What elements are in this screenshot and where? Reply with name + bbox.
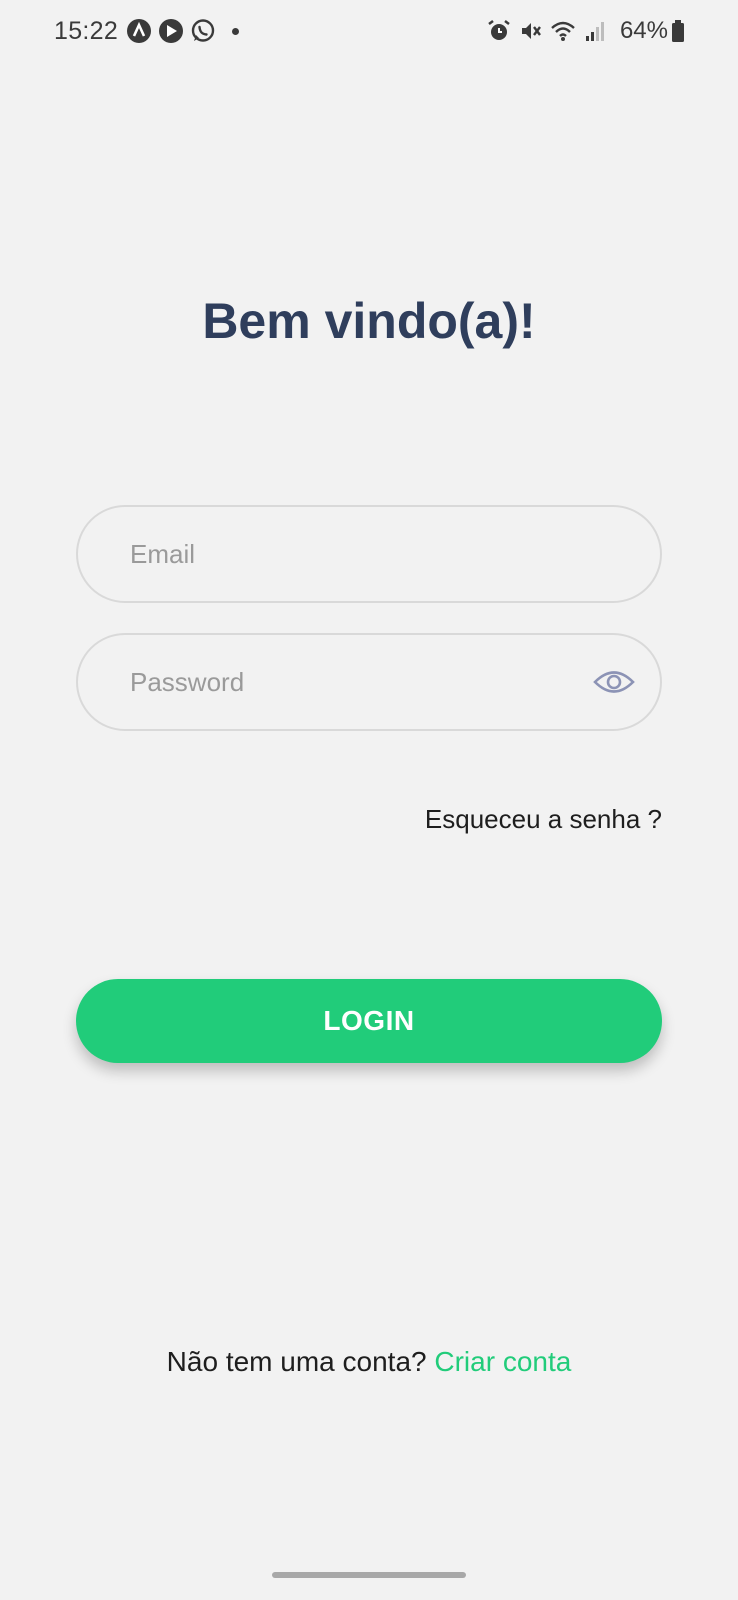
notification-dot-icon (232, 27, 240, 35)
login-screen: 15:22 64% Bem vindo(a)! Email Esqueceu a… (0, 0, 738, 1600)
page-title: Bem vindo(a)! (202, 293, 536, 349)
no-account-text: Não tem uma conta? (166, 1346, 427, 1377)
mute-icon (518, 18, 544, 44)
battery-icon (672, 20, 684, 42)
forgot-password-link[interactable]: Esqueceu a senha ? (425, 804, 662, 835)
app-a-icon (126, 18, 152, 44)
password-field[interactable] (76, 633, 662, 731)
alarm-icon (486, 18, 512, 44)
login-button[interactable]: LOGIN (76, 979, 662, 1063)
status-bar: 15:22 64% (0, 0, 738, 62)
status-left: 15:22 (54, 16, 240, 46)
status-right: 64% (486, 17, 684, 45)
home-indicator[interactable] (272, 1572, 466, 1578)
bible-app-icon (158, 18, 184, 44)
wifi-icon (550, 18, 576, 44)
password-input[interactable] (130, 666, 592, 698)
create-account-link[interactable]: Criar conta (434, 1346, 571, 1377)
status-time: 15:22 (54, 16, 119, 45)
email-field[interactable] (76, 505, 662, 603)
whatsapp-icon (190, 18, 216, 44)
battery-level: 64% (619, 17, 668, 44)
signal-icon (582, 18, 608, 44)
email-input[interactable] (130, 538, 608, 570)
eye-icon[interactable] (592, 667, 636, 697)
signup-prompt: Não tem uma conta? Criar conta (0, 1346, 738, 1378)
